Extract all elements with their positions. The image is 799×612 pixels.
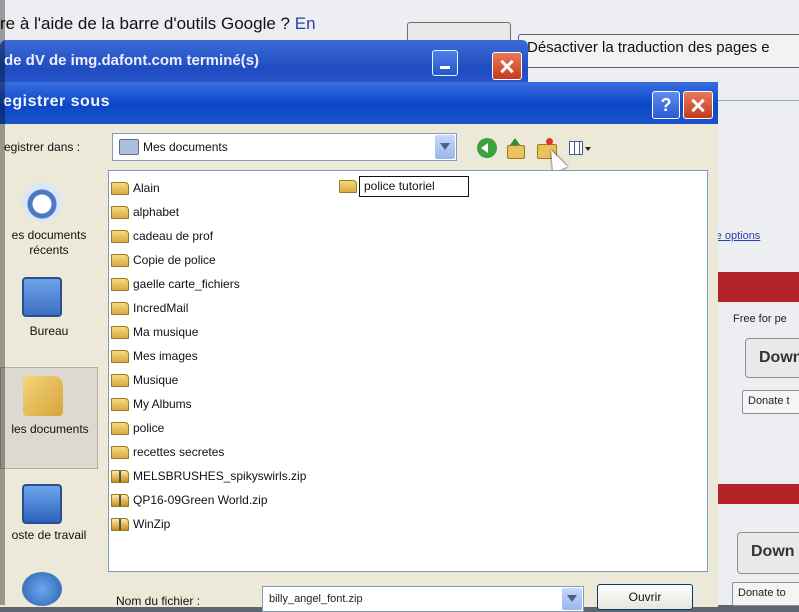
list-item-label: recettes secretes: [133, 445, 225, 459]
dialog-titlebar: egistrer sous ?: [0, 82, 718, 124]
list-item[interactable]: recettes secretes: [109, 441, 359, 464]
my-computer-icon: [22, 484, 62, 524]
save-in-combo[interactable]: Mes documents: [112, 133, 457, 161]
list-item[interactable]: MELSBRUSHES_spikyswirls.zip: [109, 465, 359, 488]
list-item[interactable]: Alain: [109, 177, 359, 200]
question-link[interactable]: En: [295, 14, 316, 33]
folder-icon: [111, 182, 129, 195]
folder-icon: [111, 254, 129, 267]
list-item[interactable]: QP16-09Green World.zip: [109, 489, 359, 512]
zip-file-icon: [111, 494, 129, 507]
save-in-label: egistrer dans :: [4, 140, 81, 154]
list-item-label: alphabet: [133, 205, 180, 219]
zip-file-icon: [111, 470, 129, 483]
folder-icon: [111, 230, 129, 243]
list-item[interactable]: My Albums: [109, 393, 359, 416]
list-item-label: My Albums: [133, 397, 192, 411]
list-item-label: Musique: [133, 373, 179, 387]
folder-icon: [111, 374, 129, 387]
toolbar-question: re à l'aide de la barre d'outils Google …: [0, 14, 316, 33]
views-menu-icon[interactable]: [568, 138, 591, 158]
my-documents-small-icon: [119, 139, 139, 155]
donate-button-2[interactable]: Donate to: [732, 582, 799, 606]
file-list[interactable]: police tutoriel Alain alphabet cadeau de p…: [108, 170, 708, 572]
list-item[interactable]: Mes images: [109, 345, 359, 368]
place-my-documents[interactable]: les documents: [0, 367, 98, 469]
folder-icon: [111, 206, 129, 219]
list-item[interactable]: Ma musique: [109, 321, 359, 344]
list-item-label: gaelle carte_fichiers: [133, 277, 240, 291]
more-options-link[interactable]: re options: [712, 230, 760, 242]
list-item[interactable]: gaelle carte_fichiers: [109, 273, 359, 296]
place-recent-documents[interactable]: es documents récents: [0, 172, 98, 272]
folder-icon: [111, 350, 129, 363]
rename-input[interactable]: police tutoriel: [359, 176, 469, 197]
list-item[interactable]: IncredMail: [109, 297, 359, 320]
back-icon[interactable]: [477, 138, 497, 158]
filename-label: Nom du fichier :: [116, 594, 201, 608]
help-button[interactable]: ?: [652, 91, 680, 119]
folder-icon: [111, 278, 129, 291]
places-bar: es documents récents Bureau les document…: [0, 170, 98, 607]
chevron-down-icon[interactable]: [435, 135, 455, 159]
red-banner: [712, 272, 799, 302]
list-item-label: Mes images: [133, 349, 198, 363]
list-item[interactable]: police: [109, 417, 359, 440]
list-item-label: MELSBRUSHES_spikyswirls.zip: [133, 469, 307, 483]
download-window-close-button[interactable]: [492, 52, 522, 80]
download-button[interactable]: Down: [745, 338, 799, 378]
save-in-value: Mes documents: [143, 140, 228, 154]
list-item-label: IncredMail: [133, 301, 189, 315]
up-folder-icon[interactable]: [505, 138, 525, 159]
folder-icon: [111, 302, 129, 315]
filename-input[interactable]: billy_angel_font.zip: [262, 586, 584, 612]
donate-button[interactable]: Donate t: [742, 390, 799, 414]
list-item-label: cadeau de prof: [133, 229, 214, 243]
minimize-button[interactable]: [432, 50, 458, 76]
folder-icon: [111, 422, 129, 435]
list-item-label: Copie de police: [133, 253, 216, 267]
dialog-title: egistrer sous: [3, 93, 110, 110]
list-item[interactable]: alphabet: [109, 201, 359, 224]
list-item[interactable]: Musique: [109, 369, 359, 392]
download-button-2[interactable]: Down: [737, 532, 799, 574]
list-item-label: police: [133, 421, 165, 435]
list-item-label: WinZip: [133, 517, 171, 531]
disable-translation-button[interactable]: Désactiver la traduction des pages e: [518, 34, 799, 68]
list-item-label: Ma musique: [133, 325, 199, 339]
list-item[interactable]: WinZip: [109, 513, 359, 536]
list-item-label: QP16-09Green World.zip: [133, 493, 268, 507]
red-banner-2: [712, 484, 799, 504]
list-item-label: Alain: [133, 181, 160, 195]
screen-bezel: [0, 0, 5, 605]
desktop-icon: [22, 277, 62, 317]
place-network[interactable]: [0, 568, 98, 608]
place-my-computer[interactable]: oste de travail: [0, 480, 98, 560]
download-window-title: de dV de img.dafont.com terminé(s): [4, 52, 260, 69]
list-item[interactable]: cadeau de prof: [109, 225, 359, 248]
dialog-close-button[interactable]: [683, 91, 713, 119]
filename-dropdown-icon[interactable]: [562, 588, 582, 610]
place-desktop[interactable]: Bureau: [0, 273, 98, 363]
network-places-icon: [22, 572, 62, 606]
my-documents-icon: [23, 376, 63, 416]
zip-file-icon: [111, 518, 129, 531]
folder-icon: [111, 446, 129, 459]
download-window-titlebar: de dV de img.dafont.com terminé(s): [0, 40, 528, 88]
save-as-dialog: egistrer sous ? egistrer dans : Mes docu…: [0, 82, 718, 612]
recent-documents-icon: [22, 182, 62, 222]
open-button[interactable]: Ouvrir: [597, 584, 693, 610]
folder-icon: [111, 398, 129, 411]
folder-icon: [111, 326, 129, 339]
free-text: Free for pe: [733, 313, 787, 325]
list-item[interactable]: Copie de police: [109, 249, 359, 272]
